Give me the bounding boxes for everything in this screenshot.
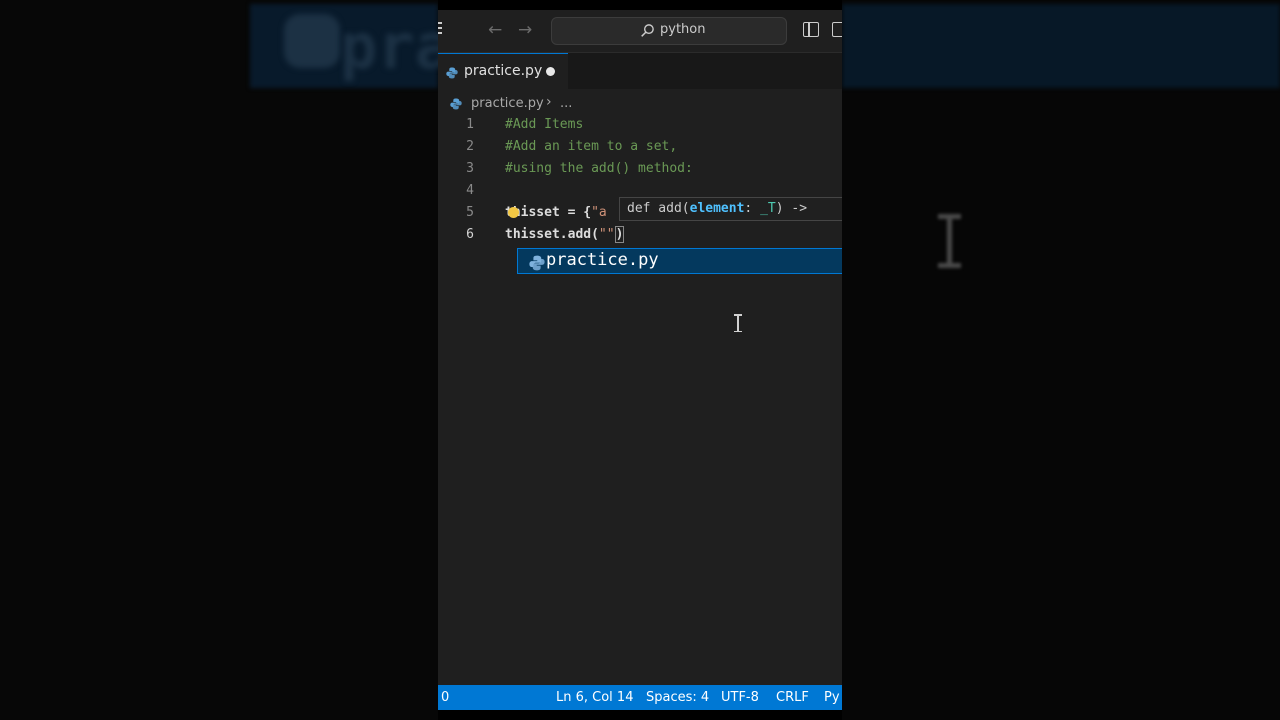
signature-prefix: def add( — [627, 201, 690, 216]
code-text: #Add an item to a set, — [505, 139, 678, 154]
editor-window: ← → python practice.py practice.py › ...… — [438, 10, 842, 710]
toggle-panel-icon[interactable] — [832, 22, 842, 37]
title-bar: ← → python — [438, 10, 842, 53]
status-eol[interactable]: CRLF — [776, 690, 809, 705]
line-number: 4 — [466, 183, 474, 198]
status-problems[interactable]: 0 — [441, 690, 449, 705]
tab-bar: practice.py — [438, 53, 842, 89]
background-ibeam-cursor — [932, 214, 966, 268]
line-number: 5 — [466, 205, 474, 220]
background-right — [842, 0, 1280, 720]
ibeam-cursor-icon — [734, 314, 742, 332]
background-band — [842, 4, 1280, 88]
python-file-icon — [450, 98, 462, 110]
python-file-icon — [529, 255, 545, 271]
suggestion-item[interactable]: practice.py — [517, 248, 842, 274]
forward-arrow-icon[interactable]: → — [518, 20, 532, 40]
background-text: pra — [340, 10, 438, 83]
breadcrumb-more[interactable]: ... — [560, 96, 572, 111]
command-center-search[interactable]: python — [551, 17, 787, 45]
code-text: thisset.add("") — [505, 226, 625, 243]
code-token: thisset.add( — [505, 227, 599, 242]
search-text: python — [660, 22, 706, 37]
toggle-sidebar-icon[interactable] — [803, 22, 819, 37]
chevron-right-icon: › — [546, 94, 552, 110]
suggestion-label: practice.py — [546, 250, 659, 270]
code-text: #using the add() method: — [505, 161, 693, 176]
code-string: "a — [591, 205, 607, 220]
code-string: "" — [598, 227, 615, 242]
breadcrumb: practice.py › ... — [438, 90, 842, 116]
code-line-active[interactable]: 6 thisset.add("") — [438, 224, 842, 246]
status-encoding[interactable]: UTF-8 — [721, 690, 759, 705]
tab-practice-py[interactable]: practice.py — [438, 53, 568, 89]
background-python-logo — [284, 14, 340, 68]
line-number: 2 — [466, 139, 474, 154]
background-left: pra — [0, 0, 438, 720]
signature-suffix: ) -> — [775, 201, 808, 216]
signature-param: element — [689, 201, 745, 216]
signature-type: _T — [760, 201, 776, 216]
code-line[interactable]: 2 #Add an item to a set, — [438, 136, 842, 158]
line-number: 6 — [466, 227, 474, 242]
line-number: 3 — [466, 161, 474, 176]
line-number: 1 — [466, 117, 474, 132]
code-text: #Add Items — [505, 117, 584, 132]
code-line[interactable]: 1 #Add Items — [438, 114, 842, 136]
status-cursor-position[interactable]: Ln 6, Col 14 — [556, 690, 633, 705]
tab-label: practice.py — [464, 63, 543, 79]
menu-icon[interactable] — [438, 22, 444, 36]
code-token: ) — [614, 226, 625, 243]
status-bar: 0 Ln 6, Col 14 Spaces: 4 UTF-8 CRLF Py — [438, 685, 842, 710]
python-file-icon — [446, 67, 458, 79]
signature-hover: def add(element: _T) -> — [619, 197, 842, 221]
breadcrumb-file[interactable]: practice.py — [471, 96, 544, 111]
lightbulb-icon[interactable] — [508, 207, 519, 218]
status-indentation[interactable]: Spaces: 4 — [646, 690, 709, 705]
code-text: thisset = {"a — [505, 205, 607, 220]
status-language[interactable]: Py — [824, 690, 840, 705]
back-arrow-icon[interactable]: ← — [488, 20, 502, 40]
signature-colon: : — [744, 201, 761, 216]
unsaved-dot-icon[interactable] — [546, 67, 555, 76]
code-line[interactable]: 3 #using the add() method: — [438, 158, 842, 180]
search-icon — [641, 24, 654, 37]
